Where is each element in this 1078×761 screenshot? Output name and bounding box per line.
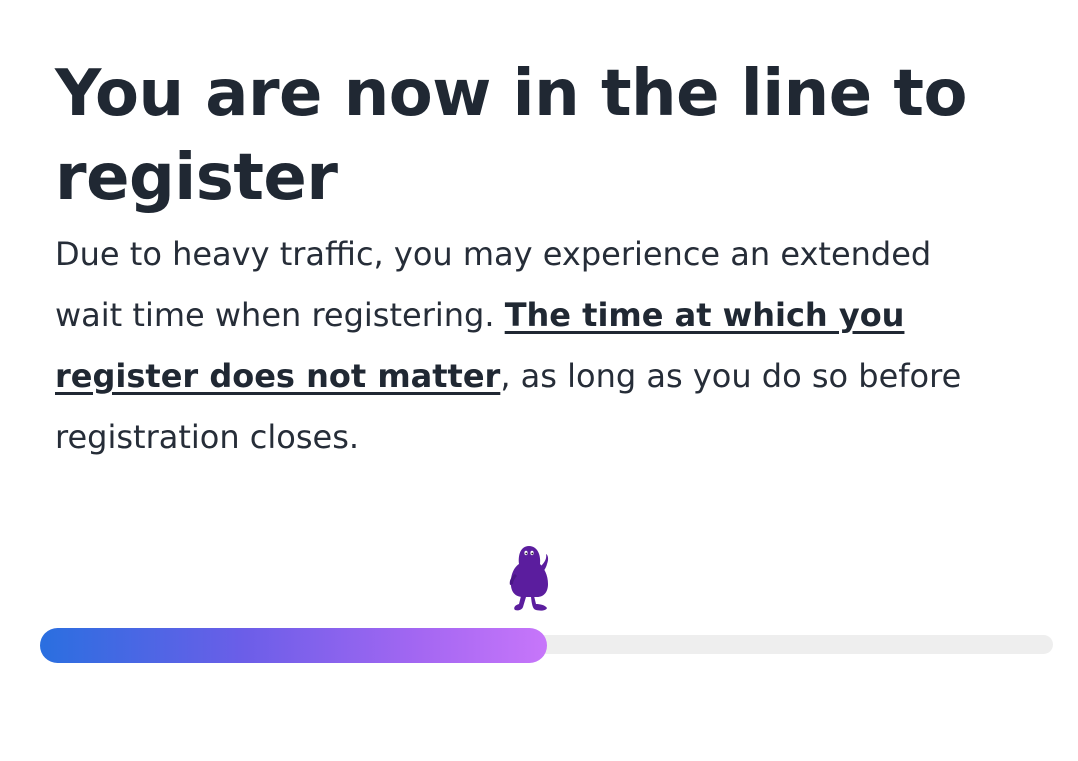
progress-fill [40,628,547,663]
wait-time-notice: Due to heavy traffic, you may experience… [55,224,1005,468]
page-title: You are now in the line to register [55,57,967,215]
queue-message-section: You are now in the line to register Due … [55,52,1015,468]
purple-mascot-icon [509,546,549,611]
queue-progress [40,540,1053,680]
